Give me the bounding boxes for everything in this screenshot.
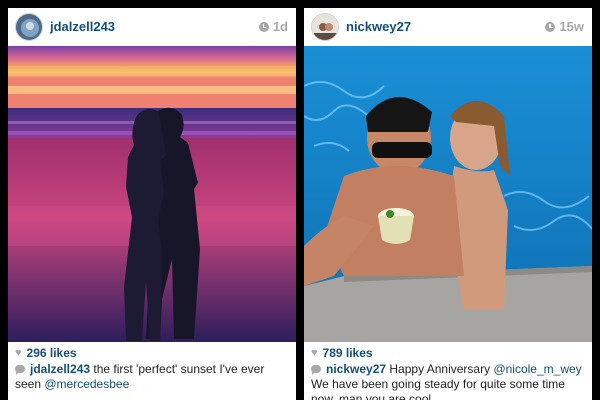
post-card-nickwey27: nickwey27 15w ♥ 789 likes nickwey27 Happ… [304,8,592,400]
post-header: nickwey27 15w [304,8,592,46]
post-age-label: 1d [272,19,288,34]
heart-icon[interactable]: ♥ [15,346,22,361]
caption-username[interactable]: nickwey27 [326,362,386,376]
post-age-label: 15w [559,19,584,34]
clock-icon [545,21,556,32]
likes-row[interactable]: ♥ 296 likes [15,346,77,361]
caption: jdalzell243 the first 'perfect' sunset I… [15,362,290,392]
comment-icon [15,365,25,375]
caption-mention[interactable]: @nicole_m_wey [493,362,581,376]
caption-text-after: We have been going steady for quite some… [311,377,565,400]
clock-icon [258,21,269,32]
caption-mention[interactable]: @mercedesbee [44,377,129,391]
likes-row[interactable]: ♥ 789 likes [311,346,373,361]
post-photo[interactable] [304,46,592,342]
post-header: jdalzell243 1d [8,8,296,46]
post-card-jdalzell243: jdalzell243 1d ♥ 296 likes jdalzell243 t… [8,8,296,400]
post-photo[interactable] [8,46,296,342]
avatar[interactable] [311,13,339,41]
post-age: 15w [545,19,584,34]
caption-text: Happy Anniversary [386,362,494,376]
avatar[interactable] [15,13,43,41]
username[interactable]: jdalzell243 [50,19,115,34]
likes-count[interactable]: 789 likes [323,346,373,361]
username[interactable]: nickwey27 [346,19,411,34]
post-age: 1d [258,19,288,34]
caption-username[interactable]: jdalzell243 [30,362,90,376]
comment-icon [311,365,321,375]
likes-count[interactable]: 296 likes [27,346,77,361]
heart-icon[interactable]: ♥ [311,346,318,361]
caption: nickwey27 Happy Anniversary @nicole_m_we… [311,362,586,400]
